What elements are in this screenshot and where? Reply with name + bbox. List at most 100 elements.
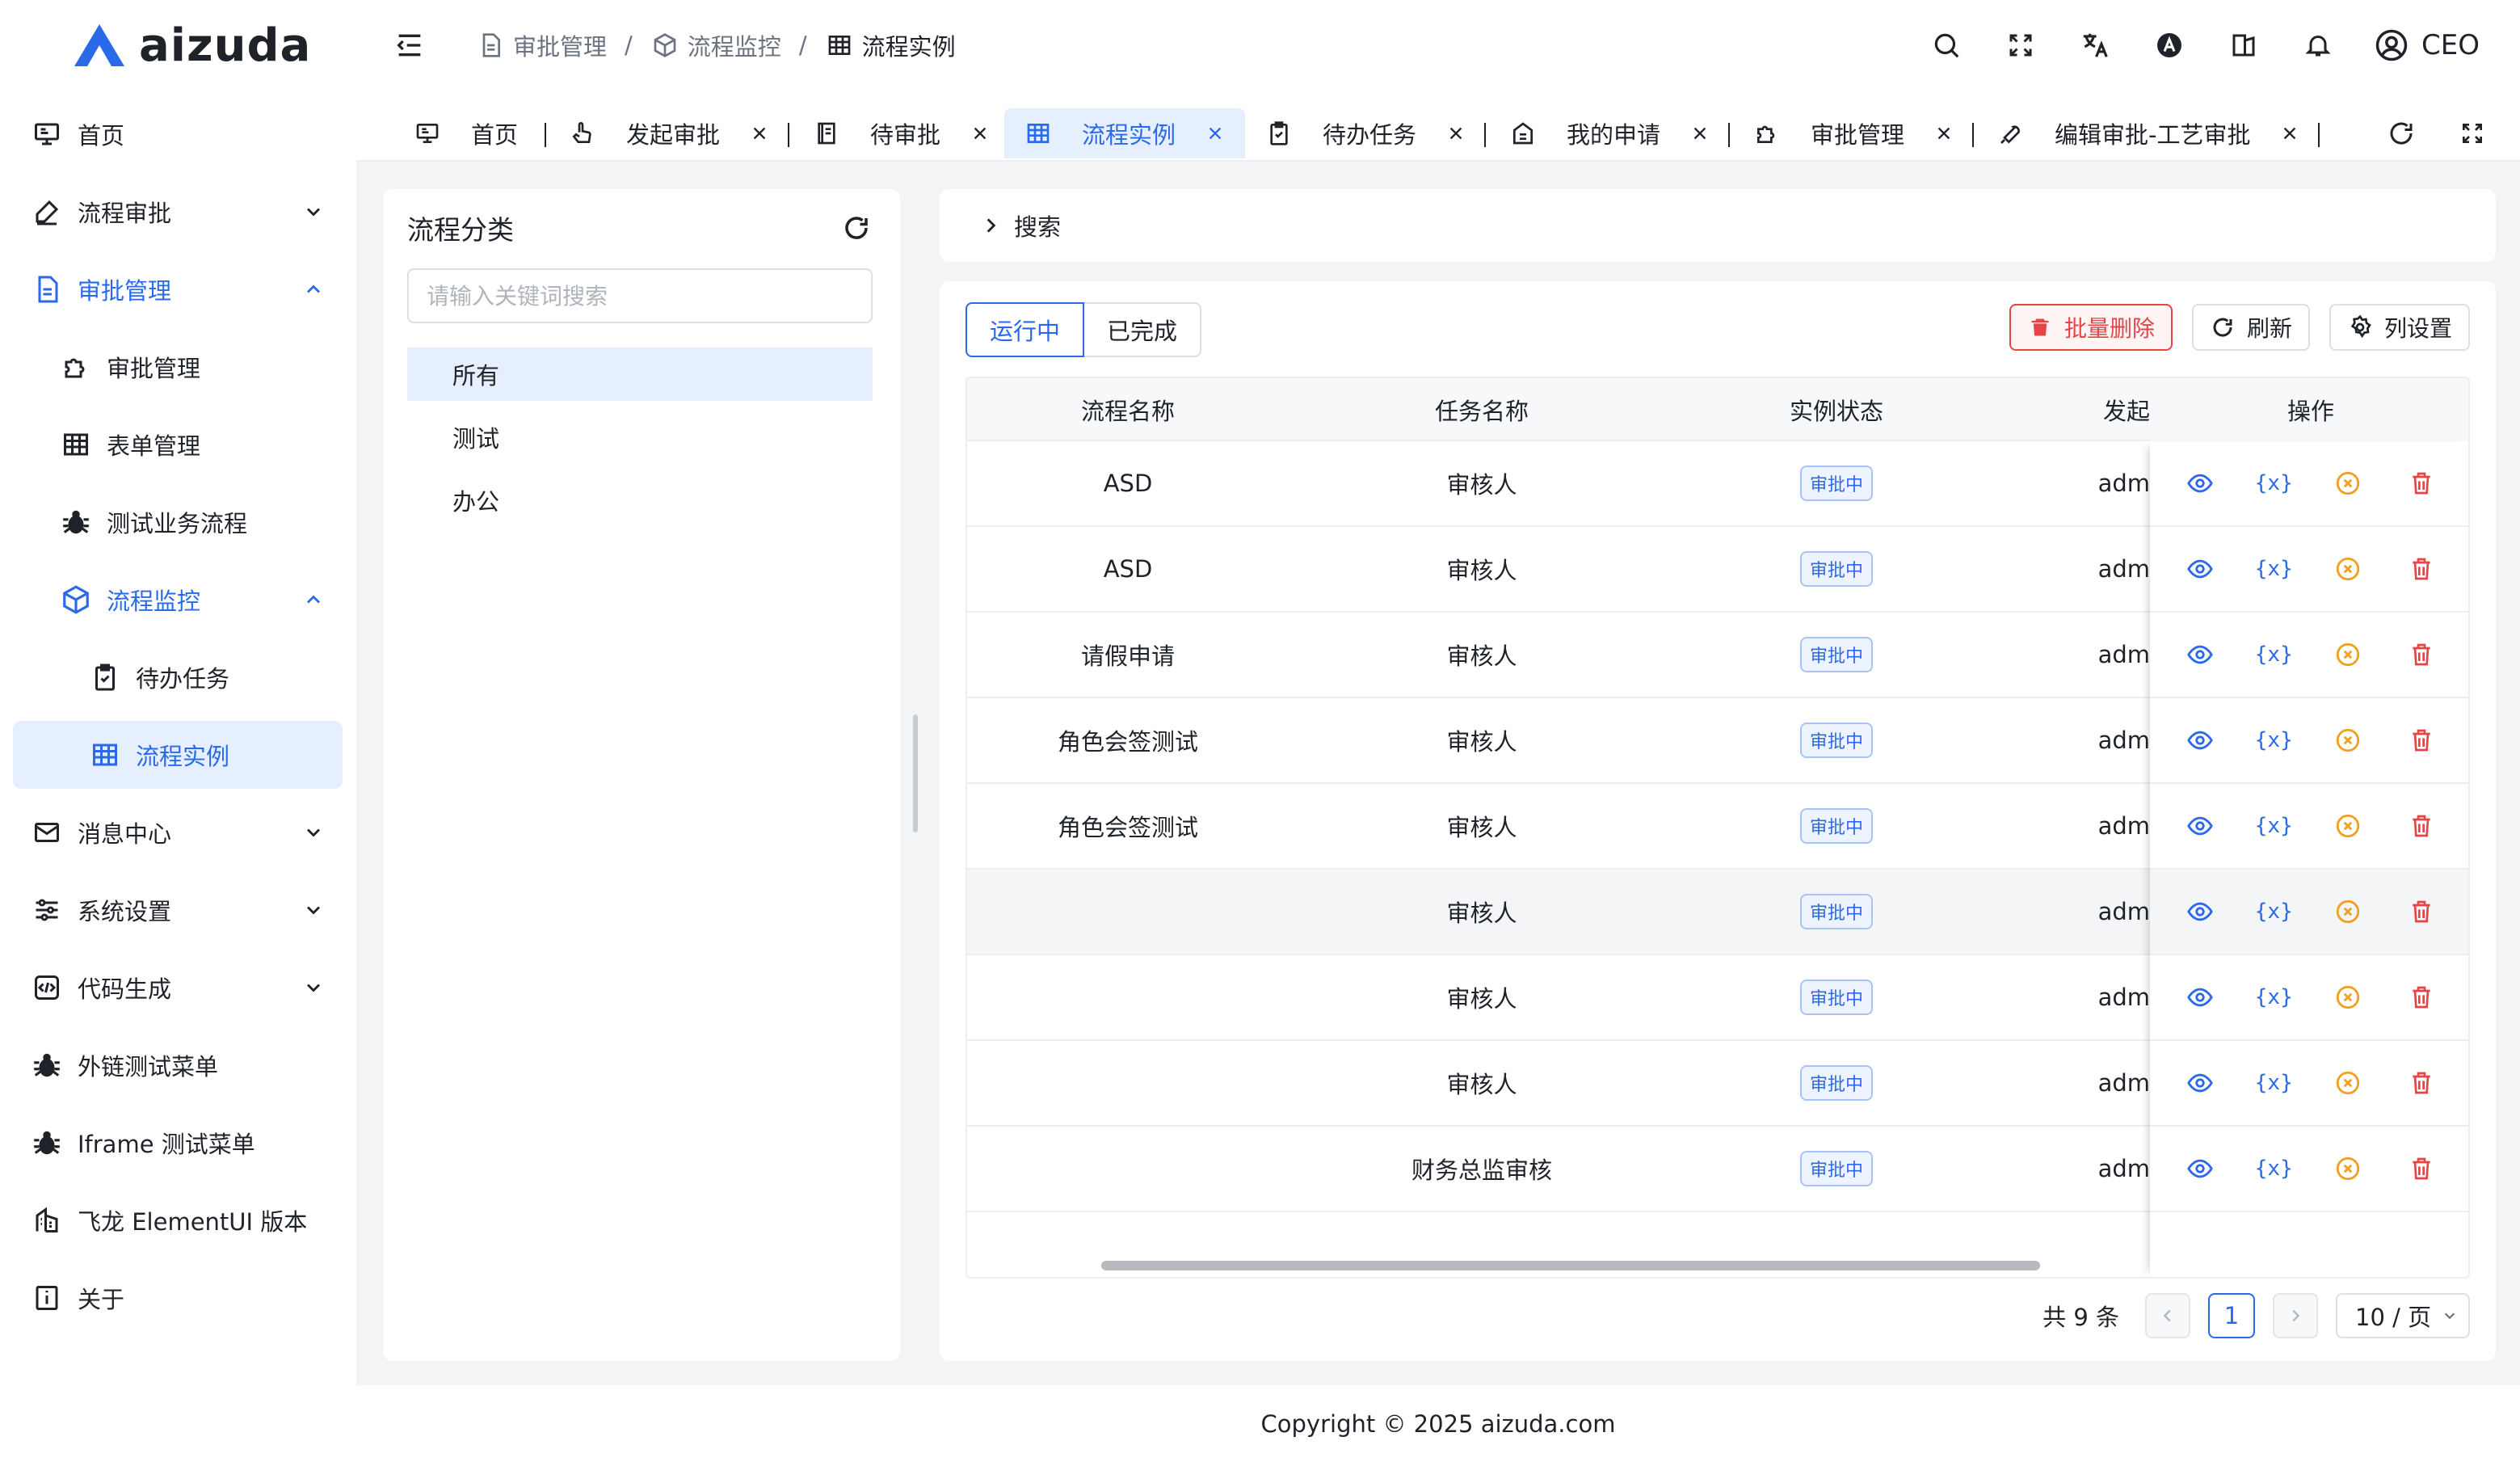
table-row[interactable]: 角色会签测试 审核人 审批中 adm {x} xyxy=(967,698,2468,784)
sidebar-item-about[interactable]: 关于 xyxy=(13,1264,343,1332)
sidebar-item-message-center[interactable]: 消息中心 xyxy=(13,798,343,866)
view-eye-icon[interactable] xyxy=(2184,981,2216,1013)
trash-icon[interactable] xyxy=(2405,724,2438,756)
th-process-name[interactable]: 流程名称 xyxy=(967,378,1289,441)
view-eye-icon[interactable] xyxy=(2184,724,2216,756)
view-eye-icon[interactable] xyxy=(2184,1067,2216,1099)
search-toggle[interactable]: 搜索 xyxy=(940,189,2496,262)
refresh-icon[interactable] xyxy=(842,213,871,242)
segment-running[interactable]: 运行中 xyxy=(966,302,1085,357)
cancel-circle-icon[interactable] xyxy=(2332,467,2364,499)
close-icon[interactable] xyxy=(2279,123,2300,144)
search-button[interactable] xyxy=(1909,21,1984,70)
variables-icon[interactable]: {x} xyxy=(2255,467,2293,499)
maximize-tab-button[interactable] xyxy=(2454,115,2491,152)
layout-button[interactable] xyxy=(2207,21,2281,70)
close-icon[interactable] xyxy=(1689,123,1710,144)
sidebar-item-approval-management[interactable]: 审批管理 xyxy=(13,255,343,323)
variables-icon[interactable]: {x} xyxy=(2255,1152,2293,1185)
breadcrumb-item[interactable]: 审批管理 xyxy=(476,28,607,62)
variables-icon[interactable]: {x} xyxy=(2255,810,2293,842)
tab-home[interactable]: 首页 xyxy=(393,108,537,158)
collapse-menu-icon[interactable] xyxy=(393,29,426,61)
trash-icon[interactable] xyxy=(2405,1067,2438,1099)
variables-icon[interactable]: {x} xyxy=(2255,981,2293,1013)
variables-icon[interactable]: {x} xyxy=(2255,724,2293,756)
cancel-circle-icon[interactable] xyxy=(2332,981,2364,1013)
close-icon[interactable] xyxy=(1445,123,1466,144)
trash-icon[interactable] xyxy=(2405,810,2438,842)
prev-page-button[interactable] xyxy=(2145,1293,2190,1338)
sidebar-item-form-management[interactable]: 表单管理 xyxy=(13,411,343,478)
trash-icon[interactable] xyxy=(2405,981,2438,1013)
th-task-name[interactable]: 任务名称 xyxy=(1289,378,1675,441)
table-row[interactable]: 审核人 审批中 adm {x} xyxy=(967,1041,2468,1127)
language-button[interactable] xyxy=(2058,21,2132,70)
table-row[interactable]: ASD 审核人 审批中 adm {x} xyxy=(967,527,2468,613)
view-eye-icon[interactable] xyxy=(2184,810,2216,842)
notification-button[interactable] xyxy=(2281,21,2355,70)
category-item-test[interactable]: 测试 xyxy=(407,411,873,464)
trash-icon[interactable] xyxy=(2405,638,2438,671)
next-page-button[interactable] xyxy=(2273,1293,2318,1338)
table-row[interactable]: ASD 审核人 审批中 adm {x} xyxy=(967,441,2468,527)
view-eye-icon[interactable] xyxy=(2184,553,2216,585)
tab-start-approval[interactable]: 发起审批 xyxy=(549,108,789,158)
table-row[interactable]: 财务总监审核 审批中 adm {x} xyxy=(967,1127,2468,1212)
category-item-office[interactable]: 办公 xyxy=(407,474,873,527)
tab-edit-approval[interactable]: 编辑审批-工艺审批 xyxy=(1977,108,2320,158)
sidebar-item-iframe-test[interactable]: Iframe 测试菜单 xyxy=(13,1109,343,1177)
sidebar-item-process-monitor[interactable]: 流程监控 xyxy=(13,566,343,634)
trash-icon[interactable] xyxy=(2405,1152,2438,1185)
tab-pending-approval[interactable]: 待审批 xyxy=(793,108,1010,158)
sidebar-item-process-instances[interactable]: 流程实例 xyxy=(13,721,343,789)
variables-icon[interactable]: {x} xyxy=(2255,553,2293,585)
sidebar-item-process-approval[interactable]: 流程审批 xyxy=(13,178,343,246)
cancel-circle-icon[interactable] xyxy=(2332,638,2364,671)
user-menu[interactable]: CEO xyxy=(2355,21,2520,70)
variables-icon[interactable]: {x} xyxy=(2255,1067,2293,1099)
tab-todo-tasks[interactable]: 待办任务 xyxy=(1245,108,1486,158)
cancel-circle-icon[interactable] xyxy=(2332,810,2364,842)
th-starter[interactable]: 发起 xyxy=(1998,378,2150,441)
tab-process-instances[interactable]: 流程实例 xyxy=(1004,108,1246,158)
sidebar-item-todo-tasks[interactable]: 待办任务 xyxy=(13,643,343,711)
sidebar-item-system-settings[interactable]: 系统设置 xyxy=(13,876,343,944)
close-icon[interactable] xyxy=(970,123,991,144)
cancel-circle-icon[interactable] xyxy=(2332,1152,2364,1185)
sidebar-item-approval-admin[interactable]: 审批管理 xyxy=(13,333,343,401)
view-eye-icon[interactable] xyxy=(2184,638,2216,671)
close-icon[interactable] xyxy=(1933,123,1954,144)
horizontal-scrollbar[interactable] xyxy=(1101,1261,2040,1270)
close-icon[interactable] xyxy=(1205,123,1226,144)
table-row[interactable]: 角色会签测试 审核人 审批中 adm {x} xyxy=(967,784,2468,870)
cancel-circle-icon[interactable] xyxy=(2332,553,2364,585)
view-eye-icon[interactable] xyxy=(2184,1152,2216,1185)
theme-button[interactable] xyxy=(2132,21,2207,70)
fullscreen-button[interactable] xyxy=(1984,21,2058,70)
variables-icon[interactable]: {x} xyxy=(2255,638,2293,671)
column-settings-button[interactable]: 列设置 xyxy=(2329,304,2470,351)
refresh-tab-button[interactable] xyxy=(2383,115,2420,152)
cancel-circle-icon[interactable] xyxy=(2332,724,2364,756)
view-eye-icon[interactable] xyxy=(2184,895,2216,928)
trash-icon[interactable] xyxy=(2405,553,2438,585)
table-row[interactable]: 审核人 审批中 adm {x} xyxy=(967,870,2468,955)
view-eye-icon[interactable] xyxy=(2184,467,2216,499)
tab-approval-management[interactable]: 审批管理 xyxy=(1733,108,1974,158)
table-row[interactable]: 请假申请 审核人 审批中 adm {x} xyxy=(967,613,2468,698)
segment-completed[interactable]: 已完成 xyxy=(1084,302,1202,357)
batch-delete-button[interactable]: 批量删除 xyxy=(2009,304,2173,351)
trash-icon[interactable] xyxy=(2405,467,2438,499)
page-number-current[interactable]: 1 xyxy=(2208,1293,2255,1338)
trash-icon[interactable] xyxy=(2405,895,2438,928)
cancel-circle-icon[interactable] xyxy=(2332,1067,2364,1099)
th-instance-status[interactable]: 实例状态 xyxy=(1675,378,1998,441)
sidebar-item-test-business-flow[interactable]: 测试业务流程 xyxy=(13,488,343,556)
sidebar-item-external-link-test[interactable]: 外链测试菜单 xyxy=(13,1031,343,1099)
close-icon[interactable] xyxy=(749,123,770,144)
breadcrumb-item[interactable]: 流程监控 xyxy=(650,28,781,62)
category-search-input[interactable] xyxy=(407,268,873,323)
table-row[interactable]: 审核人 审批中 adm {x} xyxy=(967,955,2468,1041)
sidebar-item-code-generation[interactable]: 代码生成 xyxy=(13,954,343,1022)
